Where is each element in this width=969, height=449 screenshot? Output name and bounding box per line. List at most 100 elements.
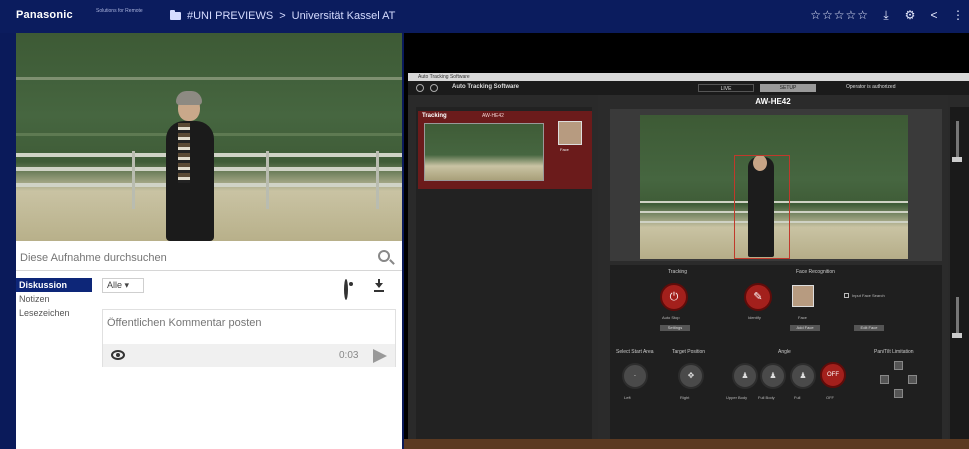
tab-setup[interactable]: SETUP <box>760 84 816 92</box>
card-model: AW-HE42 <box>482 113 504 119</box>
section-angle: Angle <box>778 349 791 355</box>
settings-button[interactable]: Settings <box>660 325 690 331</box>
gear-icon[interactable]: ⚙ <box>903 8 917 22</box>
folder-icon <box>170 10 181 20</box>
eye-icon[interactable] <box>344 279 348 300</box>
share-icon[interactable]: < <box>927 8 941 22</box>
target-position-button[interactable]: ✥ <box>678 363 704 389</box>
breadcrumb: #UNI PREVIEWS > Universität Kassel AT <box>170 10 395 22</box>
pan-down-button[interactable] <box>894 389 903 398</box>
search-bar <box>16 245 402 271</box>
lecturer <box>166 121 214 241</box>
camera-thumbnail <box>424 123 544 181</box>
comment-filter-select[interactable]: Alle ▾ <box>102 278 144 293</box>
angle-label-upper: Upper Body <box>726 395 748 400</box>
railing-post <box>266 151 269 209</box>
area-label-right: Right <box>680 395 690 400</box>
comment-composer: 0:03 <box>102 309 396 367</box>
camera-live-feed[interactable] <box>640 115 908 259</box>
identify-label: Identify <box>748 315 761 320</box>
angle-label-full-body: Full Body <box>758 395 775 400</box>
header-actions: ☆☆☆☆☆ ⤓ ⚙ < ⋮ <box>810 8 965 23</box>
area-label-left: Left <box>624 395 631 400</box>
brand-logo[interactable]: Panasonic <box>16 9 73 21</box>
angle-label-full: Full <box>794 395 801 400</box>
comment-timecode: 0:03 <box>339 350 359 361</box>
pan-up-button[interactable] <box>894 361 903 370</box>
section-face-recognition: Face Recognition <box>796 269 835 275</box>
send-icon[interactable] <box>373 349 387 363</box>
camera-card[interactable]: Tracking AW-HE42 Face <box>418 111 592 189</box>
add-face-button[interactable]: Add Face <box>790 325 820 331</box>
off-label: OFF <box>827 372 839 378</box>
input-face-label: Input Face Search <box>852 293 885 298</box>
power-icon[interactable]: ⏻ <box>660 283 688 311</box>
more-icon[interactable]: ⋮ <box>951 8 965 22</box>
pan-right-button[interactable] <box>908 375 917 384</box>
viewer-panel: Diskussion Notizen Lesezeichen Alle ▾ 0:… <box>16 33 402 449</box>
registered-face[interactable] <box>792 285 814 307</box>
railing-post <box>132 151 135 209</box>
chevron-down-icon: ▾ <box>124 280 130 290</box>
filter-value: Alle <box>107 280 123 290</box>
section-target-position: Target Position <box>672 349 706 355</box>
home-icon[interactable] <box>416 84 424 92</box>
lecturer-scarf <box>178 123 190 183</box>
auto-stop-label: Auto Stop <box>662 315 680 320</box>
brand-subtitle: Solutions for Remote <box>96 8 143 14</box>
breadcrumb-item[interactable]: Universität Kassel AT <box>292 10 396 22</box>
angle-full-body-button[interactable]: ♟ <box>760 363 786 389</box>
angle-off-button[interactable]: OFF <box>820 362 846 388</box>
identify-button[interactable]: ✎ <box>744 283 772 311</box>
edit-face-button[interactable]: Edit Face <box>854 325 884 331</box>
breadcrumb-folder[interactable]: #UNI PREVIEWS <box>187 10 273 22</box>
rating-stars[interactable]: ☆☆☆☆☆ <box>810 8 869 22</box>
angle-upper-body-button[interactable]: ♟ <box>732 363 758 389</box>
tracking-box <box>734 155 790 259</box>
slider-handle[interactable] <box>952 157 962 162</box>
camera-frame <box>610 109 942 261</box>
tab-notes[interactable]: Notizen <box>16 292 92 306</box>
side-tabs: Diskussion Notizen Lesezeichen <box>16 278 92 320</box>
screen-capture-video[interactable]: Auto Tracking Software Auto Tracking Sof… <box>404 33 969 449</box>
start-area-button[interactable]: · <box>622 363 648 389</box>
side-sliders <box>950 107 969 449</box>
section-select-start-area: Select Start Area <box>616 349 654 355</box>
breadcrumb-separator: > <box>279 10 286 22</box>
software-window: Auto Tracking Software Auto Tracking Sof… <box>408 73 969 449</box>
top-bar: Panasonic Solutions for Remote #UNI PREV… <box>0 0 969 33</box>
comment-input[interactable] <box>107 315 387 331</box>
operator-status: Operator is authorized <box>846 84 896 90</box>
download-icon[interactable]: ⤓ <box>879 8 893 22</box>
card-title: Tracking <box>422 113 447 119</box>
software-app-name: Auto Tracking Software <box>452 84 520 90</box>
software-titlebar: Auto Tracking Software <box>408 73 969 81</box>
section-tracking: Tracking <box>668 269 687 275</box>
board-edge <box>16 77 402 80</box>
railing-post <box>376 151 379 209</box>
camera-view: AW-HE42 Tracking Face Recognition ⏻ Auto… <box>598 95 948 449</box>
section-pan-tilt: Pan/Tilt Limitation <box>874 349 914 355</box>
slider-handle[interactable] <box>952 333 962 338</box>
lecturer-hair <box>176 91 202 105</box>
pan-left-button[interactable] <box>880 375 889 384</box>
angle-full-button[interactable]: ♟ <box>790 363 816 389</box>
info-icon[interactable] <box>430 84 438 92</box>
software-toolbar: Auto Tracking Software LIVE SETUP Operat… <box>408 81 969 95</box>
search-input[interactable] <box>20 249 360 267</box>
visibility-eye-icon[interactable] <box>111 350 125 360</box>
camera-title: AW-HE42 <box>755 97 791 106</box>
download-icon[interactable] <box>372 278 386 292</box>
slider-track <box>956 121 959 161</box>
camera-list: Tracking AW-HE42 Face <box>416 107 592 443</box>
tab-bookmarks[interactable]: Lesezeichen <box>16 306 92 320</box>
face-registered-label: Face <box>798 315 807 320</box>
lecture-video[interactable] <box>16 33 402 241</box>
face-label: Face <box>560 147 569 152</box>
angle-label-off: OFF <box>826 395 834 400</box>
search-icon[interactable] <box>378 250 390 262</box>
slider-track <box>956 297 959 337</box>
tab-live[interactable]: LIVE <box>698 84 754 92</box>
tab-discussion[interactable]: Diskussion <box>16 278 92 292</box>
input-face-checkbox[interactable] <box>844 293 849 298</box>
